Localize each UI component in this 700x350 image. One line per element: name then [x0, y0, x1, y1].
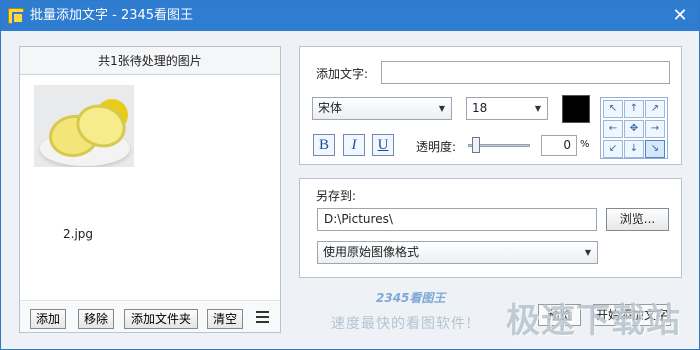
clear-list-button[interactable]: 清空	[207, 309, 243, 329]
image-list-toolbar: 添加 移除 添加文件夹 清空	[20, 300, 280, 332]
percent-label: %	[580, 139, 590, 150]
close-button[interactable]: ✕	[670, 6, 690, 26]
position-bottom-right-button[interactable]: ↘	[645, 140, 665, 158]
position-bottom-center-button[interactable]: ↓	[624, 140, 644, 158]
text-input[interactable]	[381, 61, 670, 84]
opacity-value-input[interactable]: 0	[541, 135, 577, 156]
image-list-panel: 共1张待处理的图片 2.jpg 添加 移除 添加文件夹 清空	[19, 46, 281, 333]
batch-add-text-window: 批量添加文字 - 2345看图王 ✕ 共1张待处理的图片 2.jpg 添加 移除…	[0, 0, 700, 350]
save-path-input[interactable]: D:\Pictures\	[317, 208, 597, 231]
add-image-button[interactable]: 添加	[30, 309, 66, 329]
title-bar[interactable]: 批量添加文字 - 2345看图王 ✕	[1, 1, 699, 31]
position-middle-right-button[interactable]: →	[645, 120, 665, 138]
position-bottom-left-button[interactable]: ↙	[603, 140, 623, 158]
position-top-center-button[interactable]: ↑	[624, 100, 644, 118]
text-settings-panel: 添加文字: 宋体 18 B I U 透明度: 0 % ↖ ↑ ↗ ← ✥ → ↙…	[299, 46, 682, 165]
add-folder-button[interactable]: 添加文件夹	[124, 309, 198, 329]
app-logo-icon	[8, 8, 24, 24]
italic-button[interactable]: I	[343, 134, 365, 156]
position-top-left-button[interactable]: ↖	[603, 100, 623, 118]
save-settings-panel: 另存到: D:\Pictures\ 浏览... 使用原始图像格式	[299, 178, 682, 278]
list-menu-icon[interactable]	[256, 311, 269, 325]
slogan-watermark: 速度最快的看图软件!	[331, 316, 473, 332]
bold-button[interactable]: B	[313, 134, 335, 156]
download-site-watermark: 极速下载站	[506, 301, 681, 341]
menu-line	[256, 311, 269, 313]
lemon-image-thumbnail[interactable]	[34, 85, 134, 167]
brand-watermark: 2345看图王	[376, 291, 446, 305]
browse-button[interactable]: 浏览...	[606, 208, 669, 231]
menu-line	[256, 321, 269, 323]
pending-images-header: 共1张待处理的图片	[20, 47, 280, 75]
image-format-select[interactable]: 使用原始图像格式	[317, 241, 598, 264]
image-filename: 2.jpg	[63, 227, 94, 241]
remove-image-button[interactable]: 移除	[78, 309, 114, 329]
save-to-label: 另存到:	[316, 189, 357, 203]
text-color-picker[interactable]	[562, 95, 590, 123]
position-top-right-button[interactable]: ↗	[645, 100, 665, 118]
font-select[interactable]: 宋体	[312, 97, 452, 120]
font-size-select[interactable]: 18	[466, 97, 548, 120]
add-text-label: 添加文字:	[316, 67, 369, 81]
position-center-button[interactable]: ✥	[624, 120, 644, 138]
opacity-slider-handle[interactable]	[472, 137, 480, 153]
menu-line	[256, 316, 269, 318]
opacity-label: 透明度:	[416, 140, 457, 154]
position-middle-left-button[interactable]: ←	[603, 120, 623, 138]
underline-button[interactable]: U	[372, 134, 394, 156]
image-list[interactable]: 2.jpg	[20, 75, 280, 301]
window-title: 批量添加文字 - 2345看图王	[30, 8, 194, 23]
text-position-grid: ↖ ↑ ↗ ← ✥ → ↙ ↓ ↘	[600, 97, 668, 159]
